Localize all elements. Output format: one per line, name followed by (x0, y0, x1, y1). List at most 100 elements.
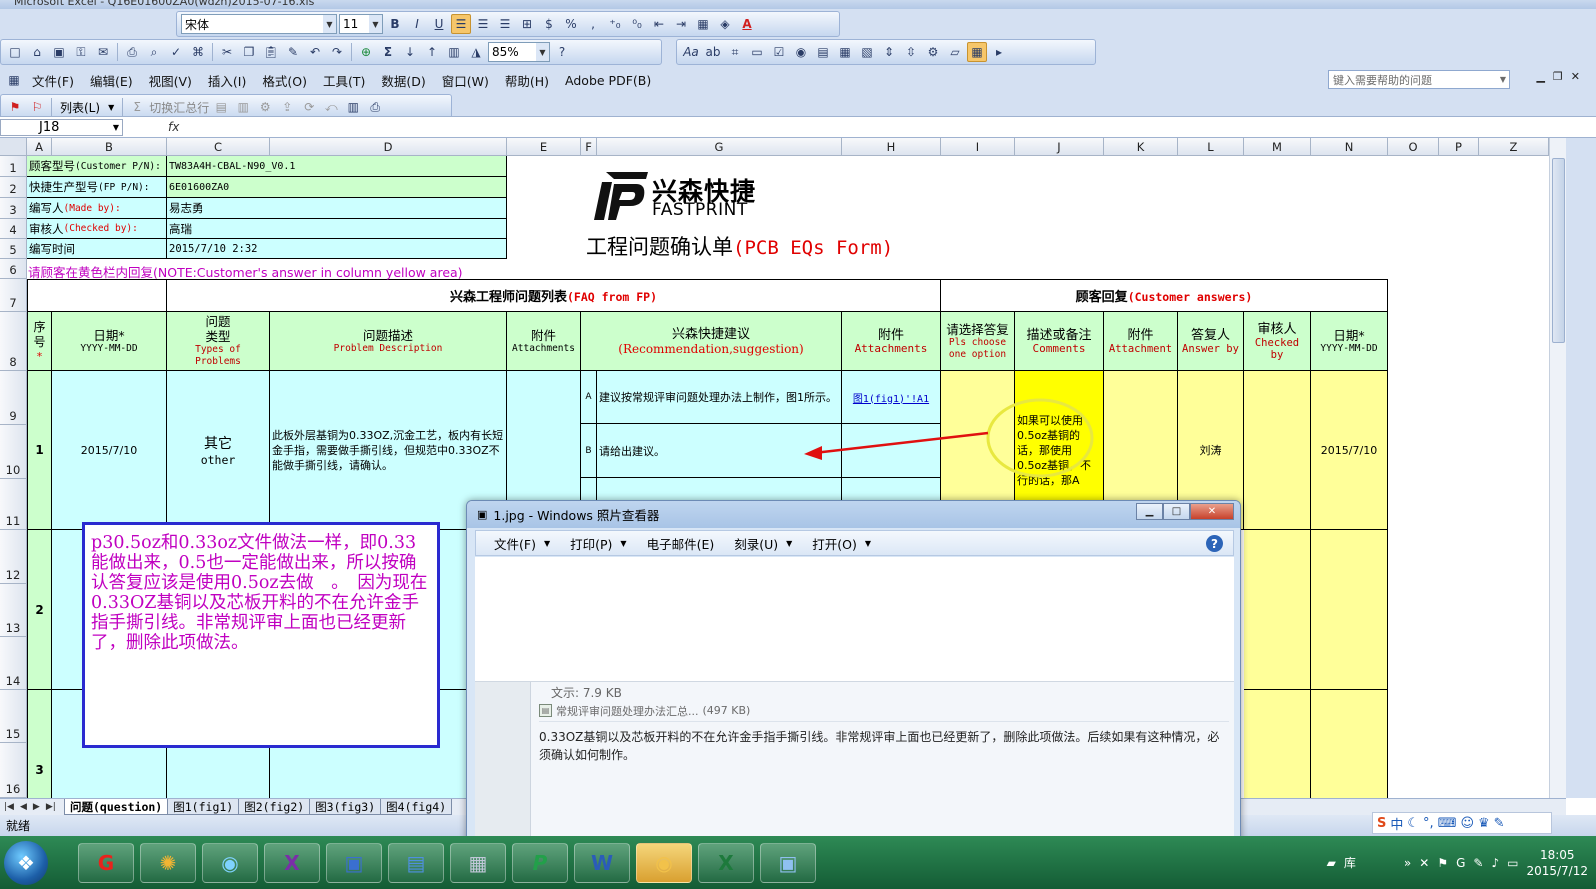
currency-button[interactable]: $ (539, 14, 559, 34)
align-left-button[interactable]: ☰ (451, 14, 471, 34)
row-header[interactable]: 10 (0, 425, 27, 479)
row-header[interactable]: 9 (0, 371, 27, 425)
sort-descending-icon[interactable]: ↑ (422, 42, 442, 62)
font-color-button[interactable]: A (737, 14, 757, 34)
pdf-icon[interactable]: ⚑ (5, 97, 25, 117)
taskbar-app-word-icon[interactable]: W (574, 842, 630, 883)
viewer-menu-file[interactable]: 文件(F) ▼ (486, 534, 558, 553)
info-label-fp-pn[interactable]: 快捷生产型号 (FP P/N): (27, 177, 167, 198)
info-value-fp-pn[interactable]: 6E01600ZA0 (167, 177, 507, 198)
row3-checked-by[interactable] (1244, 690, 1311, 803)
row-header[interactable]: 13 (0, 584, 27, 637)
control-properties-icon[interactable]: ⚙ (923, 42, 943, 62)
group-box-icon[interactable]: ⌗ (725, 42, 745, 62)
taskbar-app-eye2-icon[interactable]: ◉ (636, 842, 692, 883)
copy-icon[interactable]: ❐ (239, 42, 259, 62)
row2-seq[interactable]: 2 (27, 530, 52, 690)
sogou-icon[interactable]: S (1377, 816, 1386, 831)
info-label-date[interactable]: 编写时间 (27, 239, 167, 259)
column-header[interactable]: H (842, 138, 941, 156)
menu-insert[interactable]: 插入(I) (200, 71, 254, 90)
scroll-thumb[interactable] (1552, 158, 1565, 343)
font-size-select[interactable]: 11 ▼ (339, 14, 383, 34)
menu-format[interactable]: 格式(O) (254, 71, 315, 90)
select-all-corner[interactable] (0, 138, 27, 156)
print-list-icon[interactable]: ⎙ (365, 97, 385, 117)
edit-code-icon[interactable]: ▱ (945, 42, 965, 62)
spinner-icon[interactable]: ⇳ (901, 42, 921, 62)
viewer-title-bar[interactable]: ▣ 1.jpg - Windows 照片查看器 ▁ □ ✕ (467, 501, 1240, 528)
header-date[interactable]: 日期* YYYY-MM-DD (52, 312, 167, 371)
discard-changes-icon[interactable]: ⤺ (321, 97, 341, 117)
section-customer-header[interactable]: 顾客回复(Customer answers) (941, 279, 1388, 312)
print-preview-icon[interactable]: ⌕ (144, 42, 164, 62)
header-attachments[interactable]: 附件 Attachments (507, 312, 581, 371)
minimize-icon[interactable]: ▁ (1536, 70, 1544, 83)
bold-button[interactable]: B (385, 14, 405, 34)
list-chart-icon[interactable]: ▥ (343, 97, 363, 117)
column-header[interactable]: N (1311, 138, 1388, 156)
combo-list-icon[interactable]: ▧ (857, 42, 877, 62)
fx-icon[interactable]: fx (168, 120, 179, 134)
list-box-icon[interactable]: ▤ (813, 42, 833, 62)
row1-date[interactable]: 2015/7/10 (52, 371, 167, 530)
column-header[interactable]: B (52, 138, 167, 156)
column-header[interactable]: O (1388, 138, 1439, 156)
taskbar-app-photo-viewer-icon[interactable]: ▣ (760, 842, 816, 883)
column-header[interactable]: A (27, 138, 52, 156)
row-header[interactable]: 1 (0, 156, 27, 177)
borders-button[interactable]: ▦ (693, 14, 713, 34)
tools-icon[interactable]: ✎ (1494, 816, 1505, 831)
header-seq[interactable]: 序号 * (27, 312, 52, 371)
menu-tools[interactable]: 工具(T) (315, 71, 373, 90)
help-question-input[interactable]: 键入需要帮助的问题 ▼ (1328, 70, 1510, 89)
column-header[interactable]: E (507, 138, 581, 156)
tab-question[interactable]: 问题(question) (64, 799, 169, 815)
taskbar-app-fastprint-icon[interactable]: P (512, 842, 568, 883)
header-checked-by[interactable]: 审核人 Checked by (1244, 312, 1311, 371)
list-menu[interactable]: 列表(L) ▼ (56, 99, 118, 116)
tab-fig4[interactable]: 图4(fig4) (380, 799, 453, 815)
menu-data[interactable]: 数据(D) (373, 71, 433, 90)
row1-option-b-attach[interactable] (842, 424, 941, 478)
header-answer-by[interactable]: 答复人 Answer by (1178, 312, 1244, 371)
excel-doc-icon[interactable]: ▦ (4, 70, 24, 90)
row-header[interactable]: 11 (0, 479, 27, 530)
moon-icon[interactable]: ☾ (1407, 816, 1419, 831)
taskbar-app-notepad-icon[interactable]: ▤ (388, 842, 444, 883)
ime-toolbar[interactable]: S 中 ☾ °, ⌨ ☺ ♛ ✎ (1372, 812, 1552, 834)
fig1-hyperlink[interactable]: 图1(fig1)'!A1 (853, 390, 929, 405)
column-header[interactable]: L (1178, 138, 1244, 156)
menu-help[interactable]: 帮助(H) (497, 71, 557, 90)
vertical-scrollbar[interactable] (1549, 138, 1566, 798)
button-icon[interactable]: ▭ (747, 42, 767, 62)
scroll-bar-icon[interactable]: ⇕ (879, 42, 899, 62)
hyperlink-icon[interactable]: ⊕ (356, 42, 376, 62)
redo-icon[interactable]: ↷ (327, 42, 347, 62)
label-icon[interactable]: Aa (681, 42, 701, 62)
skin-icon[interactable]: ♛ (1478, 816, 1490, 831)
merge-center-button[interactable]: ⊞ (517, 14, 537, 34)
header-date-2[interactable]: 日期* YYYY-MM-DD (1311, 312, 1388, 371)
taskbar-app-x-icon[interactable]: X (264, 842, 320, 883)
sync-list-icon[interactable]: ⟳ (299, 97, 319, 117)
decrease-decimal-button[interactable]: ⁰₀ (627, 14, 647, 34)
format-painter-icon[interactable]: ✎ (283, 42, 303, 62)
menu-view[interactable]: 视图(V) (141, 71, 200, 90)
user-icon[interactable]: ☺ (1460, 816, 1474, 831)
taskbar-app-shell-icon[interactable]: ✺ (140, 842, 196, 883)
info-label-customer-pn[interactable]: 顾客型号 (Customer P/N): (27, 156, 167, 177)
row-header[interactable]: 8 (0, 312, 27, 371)
row3-date-2[interactable] (1311, 690, 1388, 803)
library-icon[interactable]: ▰ (1327, 856, 1336, 870)
section-fp-header[interactable]: 兴森工程师问题列表(FAQ from FP) (167, 279, 941, 312)
cut-icon[interactable]: ✂ (217, 42, 237, 62)
viewer-minimize-icon[interactable]: ▁ (1136, 503, 1163, 520)
row-header[interactable]: 16 (0, 743, 27, 798)
drawing-icon[interactable]: ◮ (466, 42, 486, 62)
tray-x-icon[interactable]: ✕ (1419, 856, 1429, 870)
toggle-total-row-button[interactable]: 切换汇总行 (149, 99, 209, 116)
row-header[interactable]: 2 (0, 177, 27, 198)
resize-list-icon[interactable]: ▤ (211, 97, 231, 117)
header-description[interactable]: 问题描述 Problem Description (270, 312, 507, 371)
